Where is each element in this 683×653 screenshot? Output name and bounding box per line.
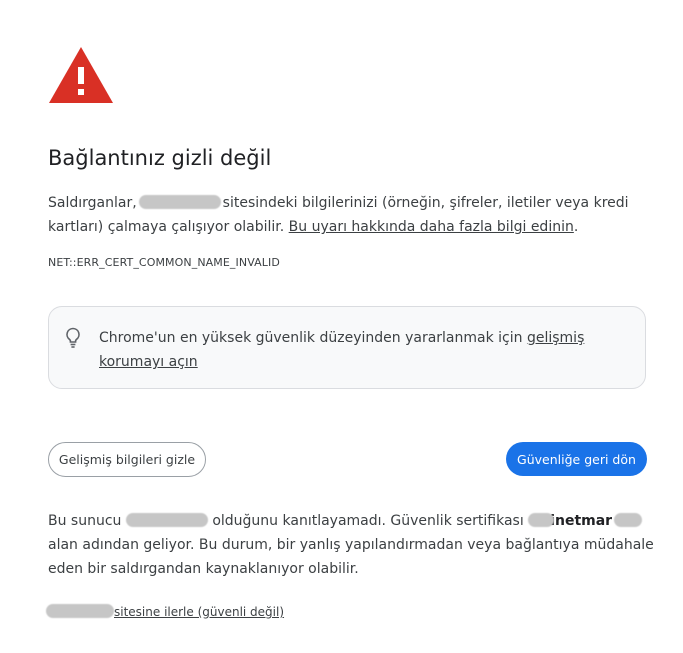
redacted-issuer-prefix (528, 513, 555, 527)
warning-triangle-icon (49, 47, 113, 103)
details-part3: alan adından geliyor. Bu durum, bir yanl… (48, 537, 654, 577)
tip-label: Chrome'un en yüksek güvenlik düzeyinden … (99, 330, 523, 346)
redacted-proceed-site (46, 604, 114, 618)
issuer-domain: inetmar (550, 513, 613, 529)
error-code: NET::ERR_CERT_COMMON_NAME_INVALID (48, 256, 280, 269)
lightbulb-icon (66, 327, 80, 348)
intro-prefix: Saldırganlar, (48, 195, 137, 211)
proceed-unsafe-link[interactable]: sitesine ilerle (güvenli değil) (46, 604, 284, 619)
details-part1: Bu sunucu (48, 513, 122, 529)
hide-advanced-button[interactable]: Gelişmiş bilgileri gizle (48, 442, 206, 477)
page-title: Bağlantınız gizli değil (48, 146, 272, 170)
intro-period: . (573, 219, 579, 235)
redacted-server-name (125, 513, 208, 527)
advanced-details-text: Bu sunucu olduğunu kanıtlayamadı. Güvenl… (48, 509, 658, 581)
details-part2: olduğunu kanıtlayamadı. Güvenlik sertifi… (212, 513, 524, 529)
redacted-issuer-suffix (614, 513, 643, 527)
intro-text: Saldırganlar, sitesindeki bilgilerinizi (… (48, 191, 658, 239)
proceed-link-text[interactable]: sitesine ilerle (güvenli değil) (114, 605, 284, 619)
learn-more-link[interactable]: Bu uyarı hakkında daha fazla bilgi edini… (289, 219, 574, 235)
enhanced-protection-tip: Chrome'un en yüksek güvenlik düzeyinden … (48, 306, 646, 389)
redacted-site-name (138, 195, 221, 209)
tip-text: Chrome'un en yüksek güvenlik düzeyinden … (99, 326, 629, 374)
back-to-safety-button[interactable]: Güvenliğe geri dön (506, 442, 647, 476)
